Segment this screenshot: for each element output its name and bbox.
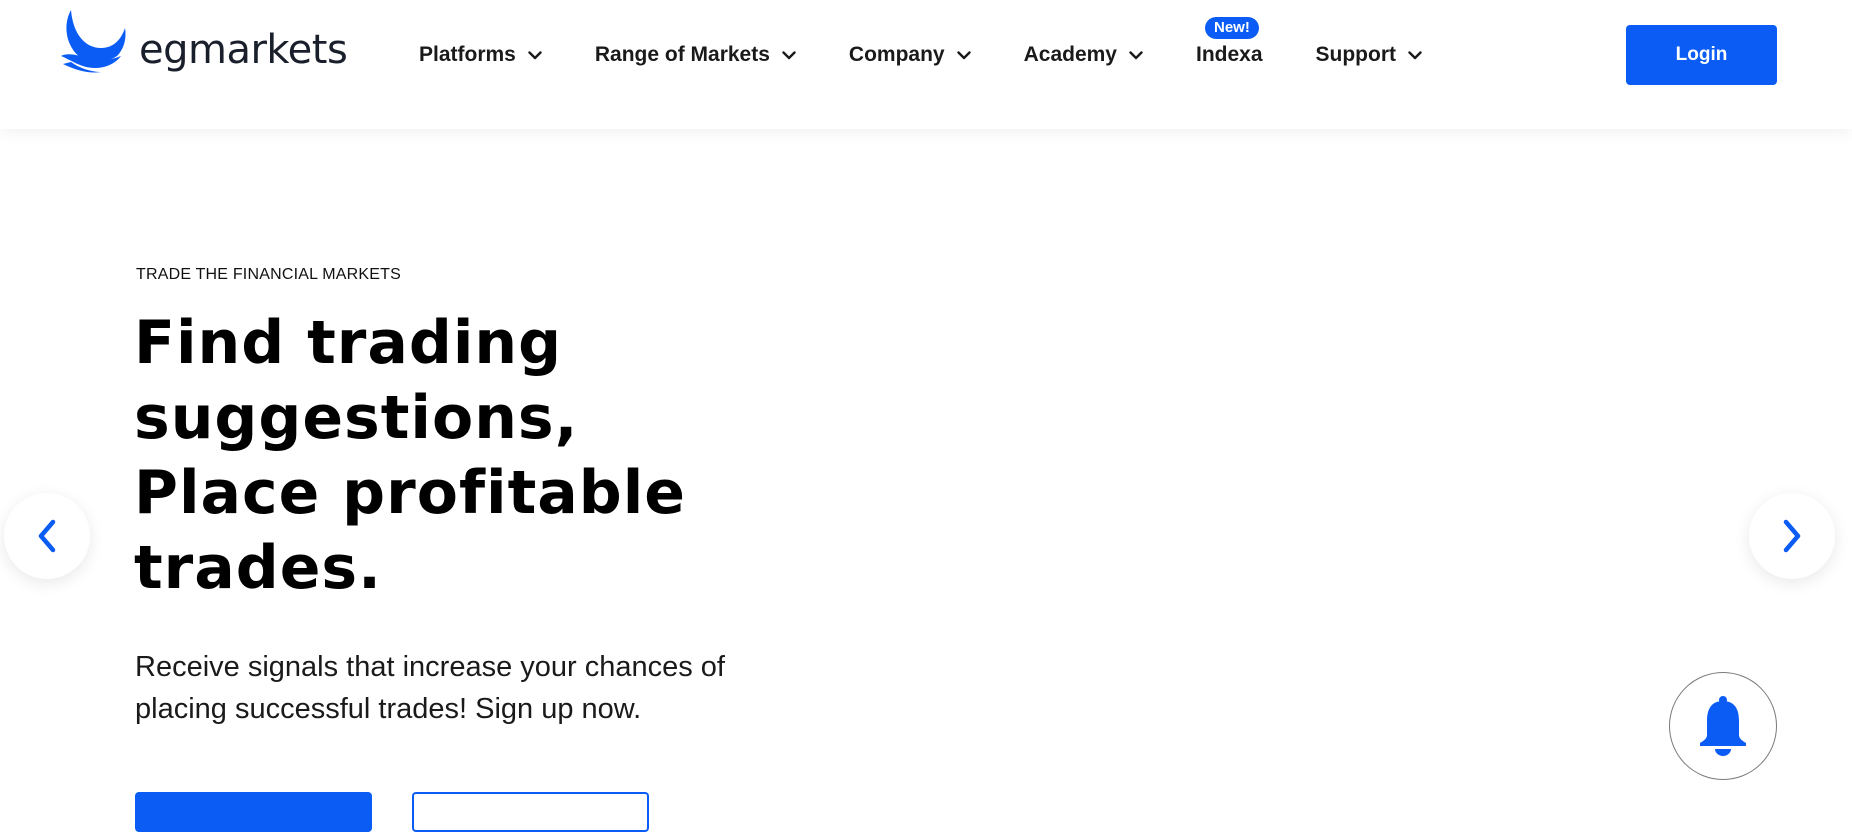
nav-item-platforms[interactable]: Platforms <box>419 43 542 67</box>
site-header: egmarkets Platforms Range of Markets Com… <box>0 0 1852 129</box>
carousel-prev-button[interactable] <box>4 493 90 579</box>
nav-item-company[interactable]: Company <box>849 43 971 67</box>
headline-line: suggestions, <box>134 383 579 453</box>
nav-item-label: Range of Markets <box>594 43 770 66</box>
nav-item-indexa[interactable]: New! Indexa <box>1195 17 1263 67</box>
headline-line: Find trading <box>134 308 563 378</box>
secondary-cta-button[interactable] <box>412 792 649 832</box>
login-button[interactable]: Login <box>1626 25 1777 85</box>
hero-eyebrow: TRADE THE FINANCIAL MARKETS <box>136 266 401 283</box>
hero-headline: Find trading suggestions, Place profitab… <box>134 306 774 606</box>
notification-bell-button[interactable] <box>1669 672 1777 780</box>
nav-item-support[interactable]: Support <box>1316 43 1422 67</box>
chevron-down-icon <box>782 48 796 62</box>
chevron-right-icon <box>1783 519 1801 553</box>
main-nav: Platforms Range of Markets Company Acade… <box>419 0 1422 110</box>
bird-logo-icon <box>61 10 126 73</box>
primary-cta-button[interactable] <box>135 792 372 832</box>
nav-item-label: Support <box>1315 43 1396 66</box>
brand-name: egmarkets <box>139 27 348 73</box>
nav-item-label: Platforms <box>419 43 516 66</box>
nav-item-label: Company <box>848 43 945 66</box>
subtext-line: placing successful trades! Sign up now. <box>135 693 642 725</box>
subtext-line: Receive signals that increase your chanc… <box>135 651 725 683</box>
bell-icon <box>1700 696 1746 756</box>
carousel-next-button[interactable] <box>1749 493 1835 579</box>
new-badge: New! <box>1204 17 1259 39</box>
headline-line: trades. <box>134 533 382 603</box>
hero-subtext: Receive signals that increase your chanc… <box>135 646 775 730</box>
nav-item-label: Academy <box>1023 43 1117 66</box>
headline-line: Place profitable <box>134 458 686 528</box>
chevron-left-icon <box>38 519 56 553</box>
nav-item-academy[interactable]: Academy <box>1024 43 1143 67</box>
nav-item-label: Indexa <box>1195 43 1263 66</box>
brand-logo[interactable]: egmarkets <box>61 9 348 75</box>
chevron-down-icon <box>1408 48 1422 62</box>
chevron-down-icon <box>1129 48 1143 62</box>
chevron-down-icon <box>528 48 542 62</box>
nav-item-range-of-markets[interactable]: Range of Markets <box>595 43 796 67</box>
chevron-down-icon <box>956 48 971 62</box>
